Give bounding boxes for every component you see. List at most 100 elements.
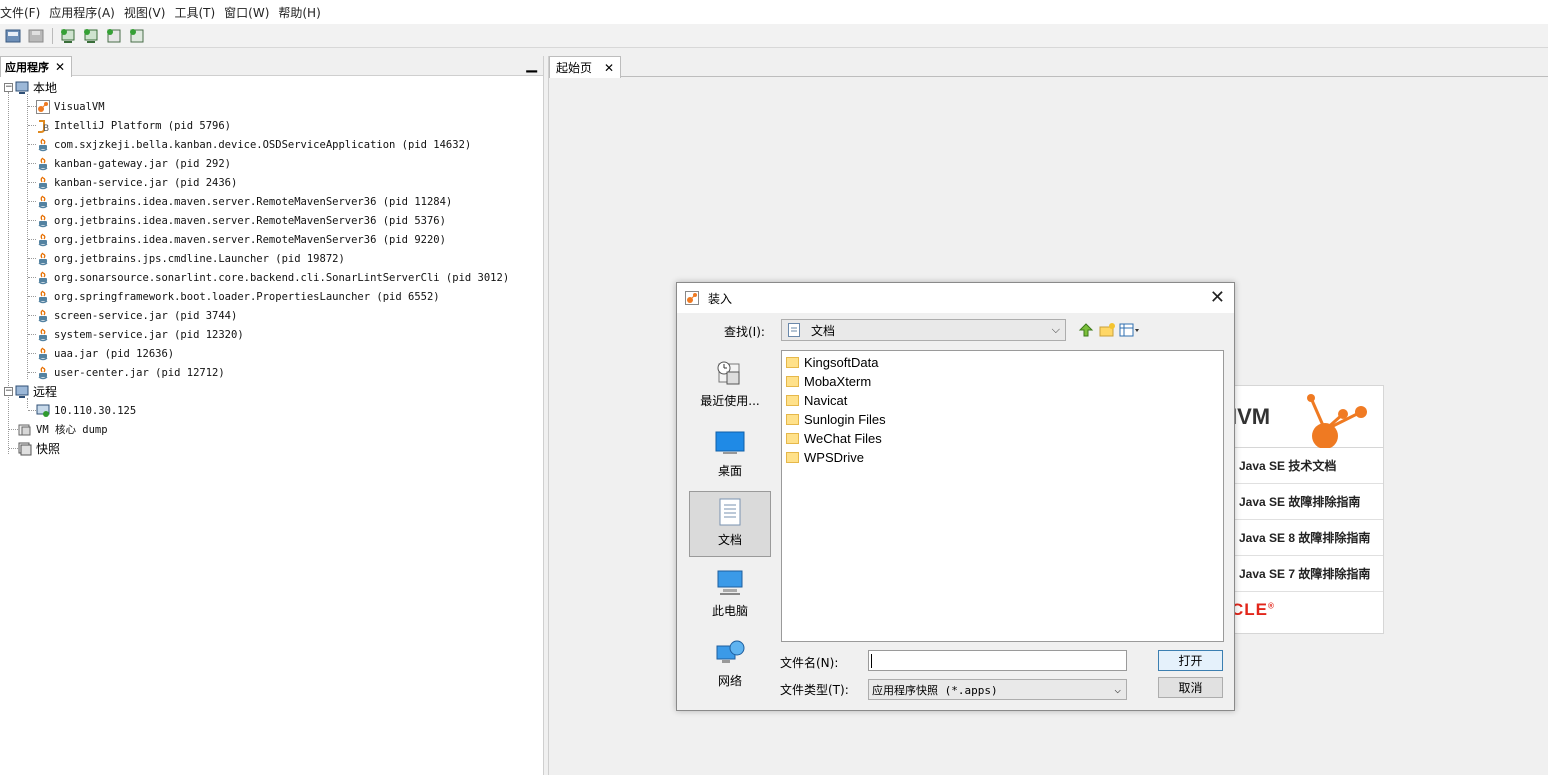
- tree-item-label: org.springframework.boot.loader.Properti…: [54, 290, 440, 303]
- visualvm-logo-icon: [1307, 394, 1367, 448]
- tree-item-local-app[interactable]: system-service.jar (pid 12320): [0, 325, 543, 344]
- tab-start-page[interactable]: 起始页 ✕: [549, 56, 621, 78]
- add-jmx-icon[interactable]: [59, 27, 77, 45]
- tree-item-local-app[interactable]: org.jetbrains.idea.maven.server.RemoteMa…: [0, 211, 543, 230]
- desktop-icon: [715, 428, 745, 458]
- documents-icon: [715, 497, 745, 527]
- tree-connector: [28, 239, 36, 240]
- java-icon: [36, 270, 50, 285]
- collapse-icon[interactable]: −: [4, 83, 13, 92]
- save-icon[interactable]: [27, 27, 45, 45]
- tree-label-coredump: VM 核心 dump: [36, 424, 108, 436]
- java-icon: [36, 194, 50, 209]
- open-button[interactable]: 打开: [1158, 650, 1223, 671]
- tree-connector: [28, 296, 36, 297]
- menu-help[interactable]: 帮助(H): [278, 4, 325, 21]
- tree-node-remote[interactable]: − 远程: [0, 382, 543, 401]
- tree-item-local-app[interactable]: screen-service.jar (pid 3744): [0, 306, 543, 325]
- menu-window[interactable]: 窗口(W): [224, 4, 274, 21]
- link-java-se-troubleshooting[interactable]: Java SE 故障排除指南: [1231, 484, 1383, 520]
- java-icon: [36, 327, 50, 342]
- tree-item-local-app[interactable]: B IntelliJ Platform (pid 5796): [0, 116, 543, 135]
- minimize-icon[interactable]: ▁: [526, 57, 537, 73]
- menu-view[interactable]: 视图(V): [124, 4, 171, 21]
- tree-item-local-app[interactable]: kanban-service.jar (pid 2436): [0, 173, 543, 192]
- add-remote-icon[interactable]: [82, 27, 100, 45]
- file-list-item[interactable]: MobaXterm: [782, 372, 1223, 391]
- place-desktop[interactable]: 桌面: [689, 421, 771, 487]
- file-list-item[interactable]: Navicat: [782, 391, 1223, 410]
- file-list-item[interactable]: WPSDrive: [782, 448, 1223, 467]
- open-icon[interactable]: [4, 27, 22, 45]
- applications-panel-header: 应用程序 ✕ ▁: [0, 56, 543, 77]
- close-icon[interactable]: ✕: [55, 60, 65, 74]
- tree-item-local-app[interactable]: org.jetbrains.idea.maven.server.RemoteMa…: [0, 230, 543, 249]
- filename-input[interactable]: [868, 650, 1127, 671]
- tree-node-snapshots[interactable]: 快照: [0, 439, 543, 458]
- add-coredump-icon[interactable]: [105, 27, 123, 45]
- up-folder-icon[interactable]: [1077, 321, 1095, 339]
- file-list-item[interactable]: WeChat Files: [782, 429, 1223, 448]
- view-menu-icon[interactable]: [1119, 321, 1139, 339]
- tree-item-local-app[interactable]: org.jetbrains.idea.maven.server.RemoteMa…: [0, 192, 543, 211]
- tree-item-label: uaa.jar (pid 12636): [54, 347, 175, 360]
- visualvm-icon: [685, 291, 699, 305]
- file-list-item[interactable]: Sunlogin Files: [782, 410, 1223, 429]
- link-java-se-7-troubleshooting[interactable]: Java SE 7 故障排除指南: [1231, 556, 1383, 592]
- place-network[interactable]: 网络: [689, 631, 771, 697]
- menu-tools[interactable]: 工具(T): [174, 4, 220, 21]
- tree-item-local-app[interactable]: kanban-gateway.jar (pid 292): [0, 154, 543, 173]
- tree-item-label: kanban-service.jar (pid 2436): [54, 176, 238, 189]
- tree-connector: [28, 220, 36, 221]
- collapse-icon[interactable]: −: [4, 387, 13, 396]
- tree-node-local[interactable]: − 本地: [0, 78, 543, 97]
- tree-item-local-app[interactable]: VisualVM: [0, 97, 543, 116]
- cancel-button[interactable]: 取消: [1158, 677, 1223, 698]
- filetype-combo[interactable]: 应用程序快照 (*.apps) ⌵: [868, 679, 1127, 700]
- link-java-se-docs[interactable]: Java SE 技术文档: [1231, 448, 1383, 484]
- tree-node-coredump[interactable]: VM 核心 dump: [0, 420, 543, 439]
- text-caret: [871, 654, 872, 668]
- folder-icon: [786, 433, 799, 444]
- network-icon: [715, 638, 745, 668]
- link-java-se-8-troubleshooting[interactable]: Java SE 8 故障排除指南: [1231, 520, 1383, 556]
- file-name: WeChat Files: [804, 431, 882, 446]
- java-icon: [36, 175, 50, 190]
- tree-item-remote-host[interactable]: 10.110.30.125: [0, 401, 543, 420]
- close-icon[interactable]: ✕: [1210, 287, 1225, 308]
- start-page-card: IVM Java SE 技术文档 Java SE 故障排除指南 Java SE …: [1230, 385, 1384, 634]
- tree-item-local-app[interactable]: org.sonarsource.sonarlint.core.backend.c…: [0, 268, 543, 287]
- add-snapshot-icon[interactable]: [128, 27, 146, 45]
- close-icon[interactable]: ✕: [604, 61, 614, 75]
- tree-connector: [28, 106, 36, 107]
- tree-label-remote: 远程: [33, 385, 58, 399]
- documents-icon: [788, 323, 802, 337]
- tree-item-local-app[interactable]: org.springframework.boot.loader.Properti…: [0, 287, 543, 306]
- place-documents[interactable]: 文档: [689, 491, 771, 557]
- tree-item-local-app[interactable]: user-center.jar (pid 12712): [0, 363, 543, 382]
- menu-file[interactable]: 文件(F): [0, 4, 45, 21]
- tree-connector: [28, 277, 36, 278]
- place-recent[interactable]: 最近使用...: [689, 351, 771, 417]
- tree-item-local-app[interactable]: org.jetbrains.jps.cmdline.Launcher (pid …: [0, 249, 543, 268]
- place-this-pc[interactable]: 此电脑: [689, 561, 771, 627]
- computer-icon: [715, 568, 745, 598]
- svg-text:B: B: [43, 124, 49, 133]
- file-list-item[interactable]: KingsoftData: [782, 353, 1223, 372]
- look-in-combo[interactable]: 文档 ⌵: [781, 319, 1066, 341]
- tree-item-local-app[interactable]: uaa.jar (pid 12636): [0, 344, 543, 363]
- menu-applications[interactable]: 应用程序(A): [49, 4, 120, 21]
- folder-icon: [786, 414, 799, 425]
- tree-item-local-app[interactable]: com.sxjzkeji.bella.kanban.device.OSDServ…: [0, 135, 543, 154]
- tree-connector: [28, 410, 36, 411]
- tree-connector: [9, 448, 18, 449]
- oracle-logo[interactable]: CLE®: [1231, 600, 1275, 620]
- file-list[interactable]: KingsoftData MobaXterm Navicat Sunlogin Fil…: [781, 350, 1224, 642]
- applications-tree: − 本地 VisualVM B IntelliJ Platform (pid 579…: [0, 76, 543, 458]
- filetype-label: 文件类型(T):: [780, 683, 849, 697]
- tab-applications[interactable]: 应用程序 ✕: [0, 56, 72, 77]
- tree-connector: [28, 125, 36, 126]
- tree-item-label: screen-service.jar (pid 3744): [54, 309, 238, 322]
- new-folder-icon[interactable]: [1098, 321, 1116, 339]
- place-label-desktop: 桌面: [717, 464, 742, 478]
